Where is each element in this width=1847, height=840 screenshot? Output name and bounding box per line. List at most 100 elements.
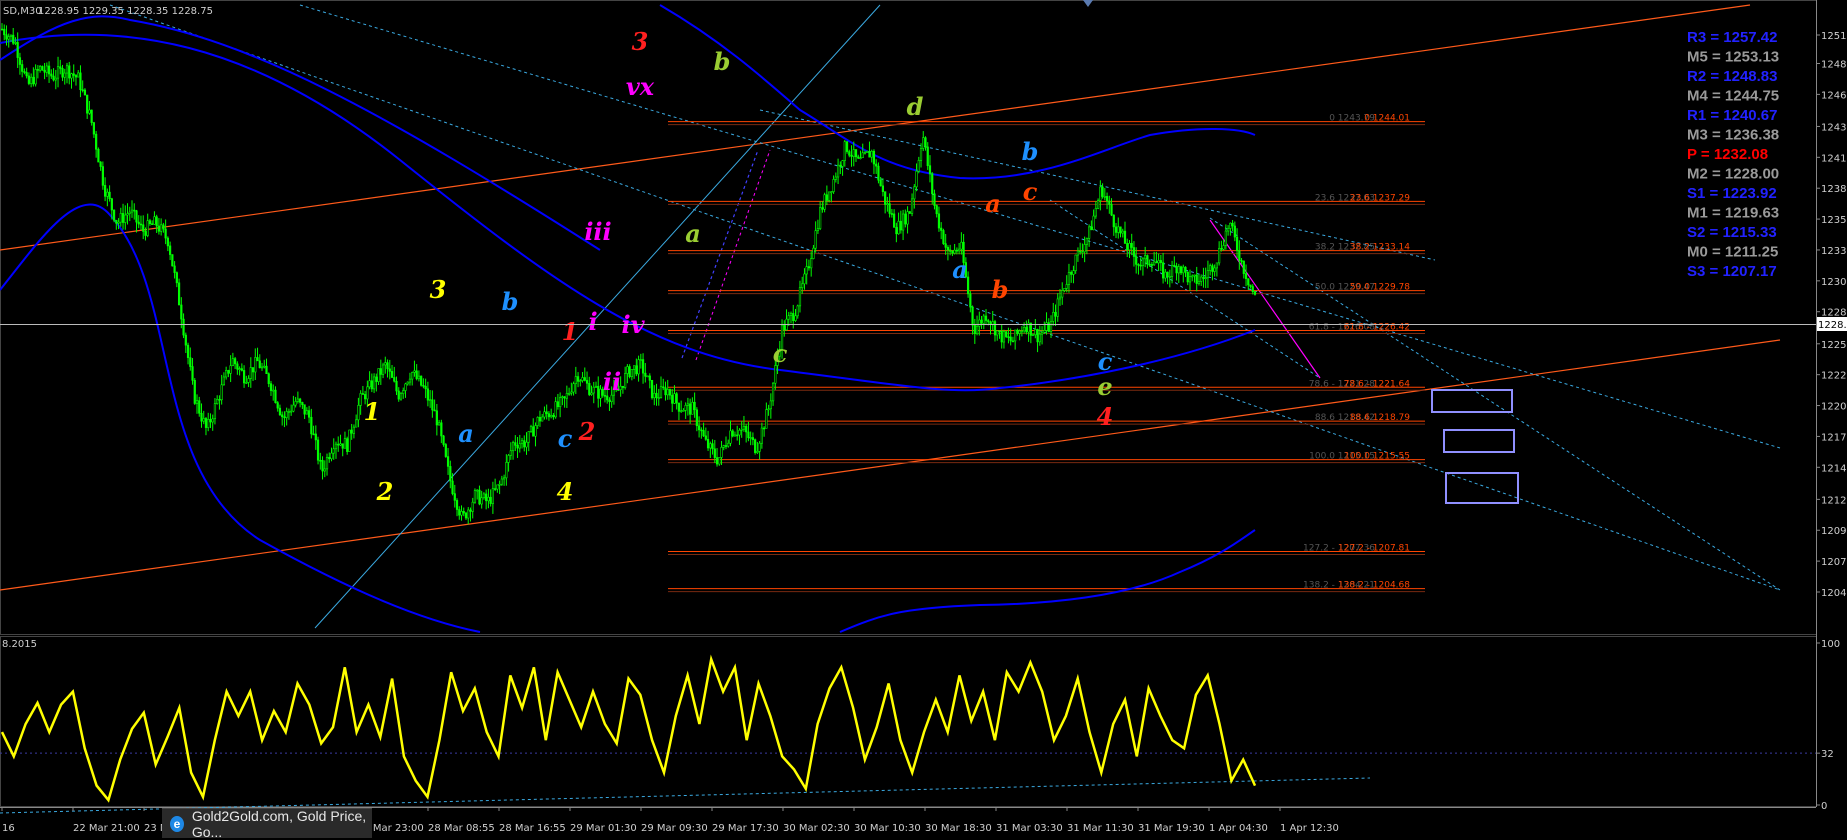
candle-body [1202,276,1205,279]
candle-body [191,366,194,381]
wave-label: c [773,339,788,368]
candle-body [682,410,685,412]
candle-body [173,265,176,273]
candle-body [30,76,33,84]
candle-body [446,456,450,467]
candle-body [1235,236,1239,251]
fib-level-label: 78.6 - 1221.64 [1344,379,1410,389]
candle-body [247,378,250,383]
candle-body [832,179,835,192]
candle-body [774,365,777,384]
time-tick-label: 28 Mar 08:55 [428,823,495,834]
candle-body [738,429,741,436]
wave-label: ii [603,367,621,396]
candle-body [117,221,120,224]
pivot-level-label: S3 = 1207.17 [1687,263,1777,280]
candle-body [937,213,941,229]
candle-body [1240,260,1243,262]
candle-body [334,443,338,450]
candle-body [258,360,261,369]
candle-body [184,334,187,346]
candle-body [978,319,981,327]
candle-body [527,431,530,443]
candle-body [650,379,654,399]
candle-body [655,392,658,399]
candle-body [915,170,918,188]
price-tick-label: 1207.00 [1821,557,1847,568]
candle-body [1103,196,1106,198]
candle-body [680,410,683,412]
candle-body [561,396,564,399]
candle-body [585,380,589,384]
candle-body [1130,242,1133,248]
candle-body [736,434,739,437]
candle-body [608,399,611,403]
candle-body [27,75,30,84]
candle-body [825,194,828,201]
candle-body [476,489,479,492]
oscillator-tick-label: 100 [1821,639,1840,650]
taskbar-window-tab[interactable]: e Gold2Gold.com, Gold Price, Go... [162,808,372,840]
price-tick-label: 1204.40 [1821,588,1847,599]
candle-body [65,65,69,74]
pivot-level-label: M0 = 1211.25 [1687,244,1778,261]
candle-body [641,359,645,374]
candle-body [350,429,353,434]
time-tick-label: 16 [2,823,15,834]
candle-body [437,422,441,426]
candle-body [494,488,497,490]
candle-body [590,392,593,395]
candle-body [662,386,665,389]
candle-body [942,230,945,244]
candle-body [361,393,364,395]
pivot-level-label: P = 1232.08 [1687,146,1768,163]
trend-line [0,339,1781,591]
candle-body [1092,215,1095,231]
wave-label: b [714,47,731,76]
candle-body [1193,274,1196,277]
candle-body [1218,248,1221,264]
candle-body [119,213,122,223]
candle-body [814,230,817,249]
candle-body [357,405,360,421]
time-tick-label: 29 Mar 17:30 [712,823,779,834]
candle-body [218,399,221,401]
wave-label: d [907,92,924,121]
candle-body [958,248,961,252]
candle-body [1076,250,1080,256]
wave-label: 4 [557,477,574,506]
candle-body [399,393,403,400]
candle-body [1070,272,1073,275]
candle-body [924,137,927,148]
candle-body [121,213,125,223]
candle-body [404,383,407,391]
candle-body [90,109,93,123]
candle-body [393,377,396,382]
candle-body [731,430,734,437]
candle-body [328,456,331,460]
candle-body [406,381,409,385]
candle-body [1114,226,1118,233]
candle-body [325,456,329,470]
candle-body [471,501,474,512]
candle-body [801,283,804,288]
pivot-level-label: M2 = 1228.00 [1687,166,1779,183]
price-tick-label: 1212.20 [1821,495,1847,506]
wave-label: 3 [632,27,649,56]
candle-body [301,402,304,406]
candle-body [388,368,391,372]
candle-body [718,457,721,465]
candle-body [1222,245,1225,250]
candle-body [805,266,808,275]
wave-label: 4 [1097,402,1114,431]
candle-body [695,409,698,427]
candle-body [563,396,566,399]
candle-body [498,483,501,486]
candle-body [240,368,243,371]
candle-body [863,152,867,154]
candle-body [469,509,472,512]
candle-body [473,490,477,503]
candle-body [180,304,183,320]
candle-body [1011,340,1015,343]
candle-body [101,166,104,186]
